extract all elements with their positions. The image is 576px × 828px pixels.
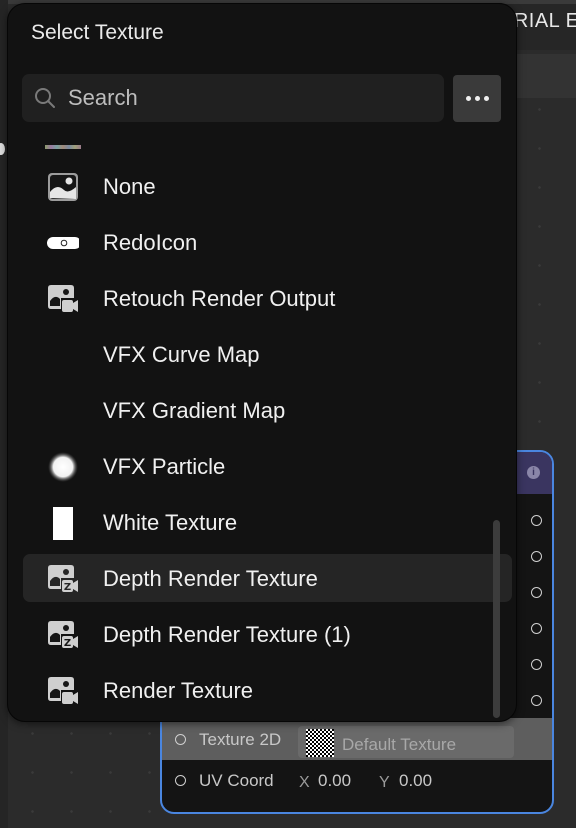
item-label: VFX Gradient Map (103, 398, 286, 423)
redo-pill-icon (47, 237, 79, 249)
select-texture-popup: Select Texture None (7, 3, 517, 722)
texture-2d-label: Texture 2D (199, 730, 282, 749)
list-item[interactable]: White Texture (23, 498, 512, 546)
ellipsis-dot (483, 96, 489, 101)
texture-list: None RedoIcon Retouch Render Output VFX … (8, 132, 516, 721)
info-icon[interactable]: i (527, 466, 540, 479)
list-item[interactable]: Retouch Render Output (23, 274, 512, 322)
output-port[interactable] (531, 659, 542, 670)
uv-coord-input-port[interactable] (175, 775, 186, 786)
output-port[interactable] (531, 551, 542, 562)
checkerboard-thumbnail-icon (306, 729, 334, 757)
uv-coord-label: UV Coord (199, 771, 274, 790)
output-port[interactable] (531, 623, 542, 634)
y-axis-label: Y (379, 774, 390, 791)
item-label: Retouch Render Output (103, 286, 336, 311)
list-item[interactable]: None (23, 162, 512, 210)
ellipsis-dot (465, 96, 471, 101)
item-label: Depth Render Texture (103, 566, 318, 591)
item-label: None (103, 174, 156, 199)
search-icon (35, 88, 55, 108)
render-image-icon (48, 677, 78, 704)
texture-value: Default Texture (342, 735, 457, 754)
ellipsis-dot (474, 96, 480, 101)
list-scrollbar[interactable] (493, 520, 500, 718)
item-label: RedoIcon (103, 230, 198, 255)
list-item[interactable]: Z Depth Render Texture (1) (23, 610, 512, 658)
popup-title: Select Texture (31, 21, 164, 44)
depth-render-icon: Z (48, 565, 78, 593)
uv-y-value[interactable]: 0.00 (399, 771, 432, 791)
list-item[interactable]: VFX Gradient Map (23, 386, 512, 434)
search-box[interactable] (22, 74, 444, 122)
svg-text:Z: Z (64, 638, 71, 649)
item-label: White Texture (103, 510, 238, 535)
item-label: Depth Render Texture (1) (103, 622, 351, 647)
list-item[interactable]: Render Texture (23, 666, 512, 714)
uv-x-value[interactable]: 0.00 (318, 771, 351, 791)
search-input[interactable] (68, 74, 428, 122)
item-label: VFX Curve Map (103, 342, 260, 367)
item-label: VFX Particle (103, 454, 226, 479)
render-image-icon (48, 285, 78, 312)
particle-icon (48, 452, 78, 482)
list-item-selected[interactable]: Z Depth Render Texture (23, 554, 512, 602)
list-item[interactable]: RedoIcon (23, 218, 512, 266)
svg-text:Z: Z (64, 582, 71, 593)
list-item[interactable]: VFX Particle (23, 442, 512, 490)
depth-render-icon: Z (48, 621, 78, 649)
image-icon (48, 173, 78, 201)
output-port[interactable] (531, 587, 542, 598)
list-item[interactable]: VFX Curve Map (23, 330, 512, 378)
texture-2d-input-port[interactable] (175, 734, 186, 745)
x-axis-label: X (299, 774, 310, 791)
white-rect-icon (53, 507, 73, 540)
output-port[interactable] (531, 515, 542, 526)
item-label: Render Texture (103, 678, 254, 703)
more-options-button[interactable] (453, 75, 501, 122)
output-port[interactable] (531, 695, 542, 706)
